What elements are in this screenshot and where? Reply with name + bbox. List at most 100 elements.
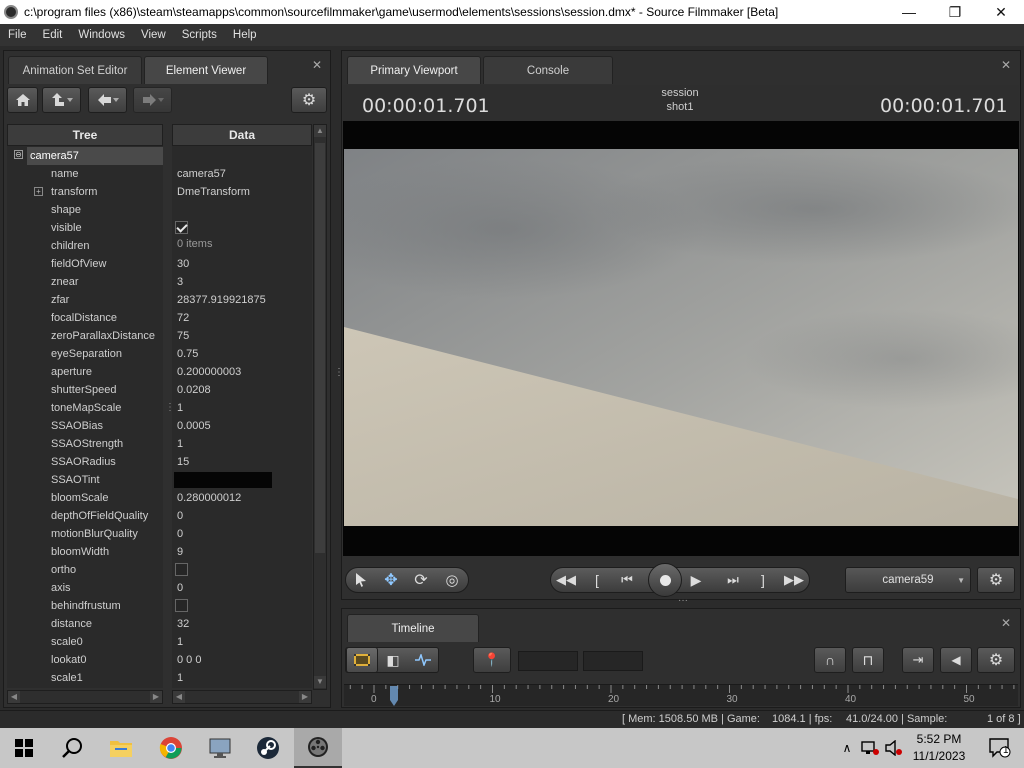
data-value-focaldistance[interactable]: 72 xyxy=(177,309,189,327)
tree-item-scale1[interactable]: scale1 xyxy=(51,669,83,687)
ortho-checkbox[interactable] xyxy=(175,563,188,576)
tree-item-distance[interactable]: distance xyxy=(51,615,92,633)
fast-forward-button[interactable]: ▶▶ xyxy=(780,567,808,593)
tab-console[interactable]: Console xyxy=(483,56,613,84)
menu-scripts[interactable]: Scripts xyxy=(174,29,225,41)
forward-button[interactable] xyxy=(133,87,172,113)
tree-item-motionblurquality[interactable]: motionBlurQuality xyxy=(51,525,138,543)
tab-timeline[interactable]: Timeline xyxy=(347,614,479,642)
go-to-end-timeline-button[interactable]: ⇥ xyxy=(902,647,934,673)
close-panel-icon[interactable]: ✕ xyxy=(999,58,1013,72)
viewer-settings-button[interactable]: ⚙ xyxy=(291,87,327,113)
clip-editor-button[interactable] xyxy=(346,647,378,673)
select-tool-button[interactable] xyxy=(346,567,376,593)
data-value-fieldofview[interactable]: 30 xyxy=(177,255,189,273)
timeline-field-1[interactable] xyxy=(518,651,578,671)
scroll-left-arrow-icon[interactable]: ◀ xyxy=(8,691,20,703)
data-value-transform[interactable]: DmeTransform xyxy=(177,183,250,201)
data-value-shutterspeed[interactable]: 0.0208 xyxy=(177,381,211,399)
data-value-scale1[interactable]: 1 xyxy=(177,669,183,687)
move-tool-button[interactable]: ✥ xyxy=(376,567,406,593)
tree-item-visible[interactable]: visible xyxy=(51,219,82,237)
set-out-point-button[interactable]: ] xyxy=(750,567,776,593)
scale-tool-button[interactable]: ◎ xyxy=(437,567,467,593)
tree-item-shape[interactable]: shape xyxy=(51,201,81,219)
data-value-name[interactable]: camera57 xyxy=(177,165,226,183)
scroll-left-arrow-icon[interactable]: ◀ xyxy=(173,691,185,703)
scroll-down-arrow-icon[interactable]: ▼ xyxy=(314,676,326,688)
data-value-distance[interactable]: 32 xyxy=(177,615,189,633)
tree-item-focaldistance[interactable]: focalDistance xyxy=(51,309,117,327)
menu-help[interactable]: Help xyxy=(225,29,265,41)
start-button[interactable] xyxy=(0,728,48,768)
tree-column-header[interactable]: Tree xyxy=(7,124,163,146)
record-button[interactable] xyxy=(648,563,682,597)
tree-horizontal-scrollbar[interactable]: ◀ ▶ xyxy=(7,690,163,704)
viewport-render[interactable] xyxy=(344,149,1018,526)
data-value-tonemapscale[interactable]: 1 xyxy=(177,399,183,417)
tab-element-viewer[interactable]: Element Viewer xyxy=(144,56,268,84)
data-horizontal-scrollbar[interactable]: ◀ ▶ xyxy=(172,690,312,704)
playhead-marker[interactable] xyxy=(389,686,399,706)
column-splitter-handle[interactable]: ⋮ xyxy=(165,403,175,423)
graph-editor-button[interactable] xyxy=(408,647,438,673)
tree-item-ssaobias[interactable]: SSAOBias xyxy=(51,417,103,435)
tree-item-ssaoradius[interactable]: SSAORadius xyxy=(51,453,116,471)
taskbar-control-panel[interactable] xyxy=(196,728,244,768)
tree-item-bloomscale[interactable]: bloomScale xyxy=(51,489,108,507)
tree-item-scale0[interactable]: scale0 xyxy=(51,633,83,651)
data-value-znear[interactable]: 3 xyxy=(177,273,183,291)
network-status[interactable] xyxy=(858,728,882,768)
tree-item-shutterspeed[interactable]: shutterSpeed xyxy=(51,381,116,399)
volume-status[interactable] xyxy=(882,728,906,768)
tree-item-behindfrustum[interactable]: behindfrustum xyxy=(51,597,121,615)
minimize-button[interactable]: — xyxy=(886,0,932,24)
tree-item-lookat0[interactable]: lookat0 xyxy=(51,651,86,669)
snap-button[interactable]: ∩ xyxy=(814,647,846,673)
data-value-depthoffieldquality[interactable]: 0 xyxy=(177,507,183,525)
taskbar-file-explorer[interactable] xyxy=(97,728,145,768)
tree-item-name[interactable]: name xyxy=(51,165,79,183)
add-marker-button[interactable]: 📍 xyxy=(473,647,511,673)
collapse-toggle-icon[interactable]: ⊖ xyxy=(14,150,23,159)
menu-windows[interactable]: Windows xyxy=(70,29,133,41)
scroll-up-arrow-icon[interactable]: ▲ xyxy=(314,125,326,137)
tab-animation-set-editor[interactable]: Animation Set Editor xyxy=(8,56,142,84)
menu-edit[interactable]: Edit xyxy=(35,29,71,41)
taskbar-source-filmmaker[interactable] xyxy=(294,728,342,768)
camera-select-dropdown[interactable]: camera59 ▼ xyxy=(845,567,971,593)
data-value-aperture[interactable]: 0.200000003 xyxy=(177,363,241,381)
tree-item-znear[interactable]: znear xyxy=(51,273,79,291)
back-button[interactable] xyxy=(88,87,127,113)
data-value-ssaobias[interactable]: 0.0005 xyxy=(177,417,211,435)
tree-item-aperture[interactable]: aperture xyxy=(51,363,92,381)
data-value-motionblurquality[interactable]: 0 xyxy=(177,525,183,543)
go-to-end-button[interactable]: ⏭ xyxy=(720,567,746,593)
maximize-button[interactable]: ❐ xyxy=(932,0,978,24)
tree-item-axis[interactable]: axis xyxy=(51,579,71,597)
tree-item-children[interactable]: children xyxy=(51,237,90,255)
menu-view[interactable]: View xyxy=(133,29,174,41)
action-center-button[interactable]: 1 xyxy=(976,728,1024,768)
home-button[interactable] xyxy=(7,87,38,113)
visible-checkbox[interactable] xyxy=(175,221,188,234)
data-value-axis[interactable]: 0 xyxy=(177,579,183,597)
scroll-right-arrow-icon[interactable]: ▶ xyxy=(299,691,311,703)
taskbar-search-button[interactable] xyxy=(48,728,96,768)
data-value-bloomwidth[interactable]: 9 xyxy=(177,543,183,561)
data-value-bloomscale[interactable]: 0.280000012 xyxy=(177,489,241,507)
tree-item-zfar[interactable]: zfar xyxy=(51,291,69,309)
timeline-ruler[interactable] xyxy=(344,684,1018,706)
close-window-button[interactable]: ✕ xyxy=(978,0,1024,24)
data-value-ssaostrength[interactable]: 1 xyxy=(177,435,183,453)
panel-splitter-handle[interactable]: ⋮ xyxy=(334,368,344,388)
data-column-header[interactable]: Data xyxy=(172,124,312,146)
scroll-right-arrow-icon[interactable]: ▶ xyxy=(150,691,162,703)
viewport-settings-button[interactable]: ⚙ xyxy=(977,567,1015,593)
rotate-tool-button[interactable]: ⟳ xyxy=(406,567,436,593)
data-value-zfar[interactable]: 28377.919921875 xyxy=(177,291,266,309)
tree-item-fieldofview[interactable]: fieldOfView xyxy=(51,255,106,273)
tree-item-depthoffieldquality[interactable]: depthOfFieldQuality xyxy=(51,507,148,525)
horizontal-splitter-handle[interactable]: ··· xyxy=(673,596,693,606)
set-in-point-button[interactable]: [ xyxy=(584,567,610,593)
